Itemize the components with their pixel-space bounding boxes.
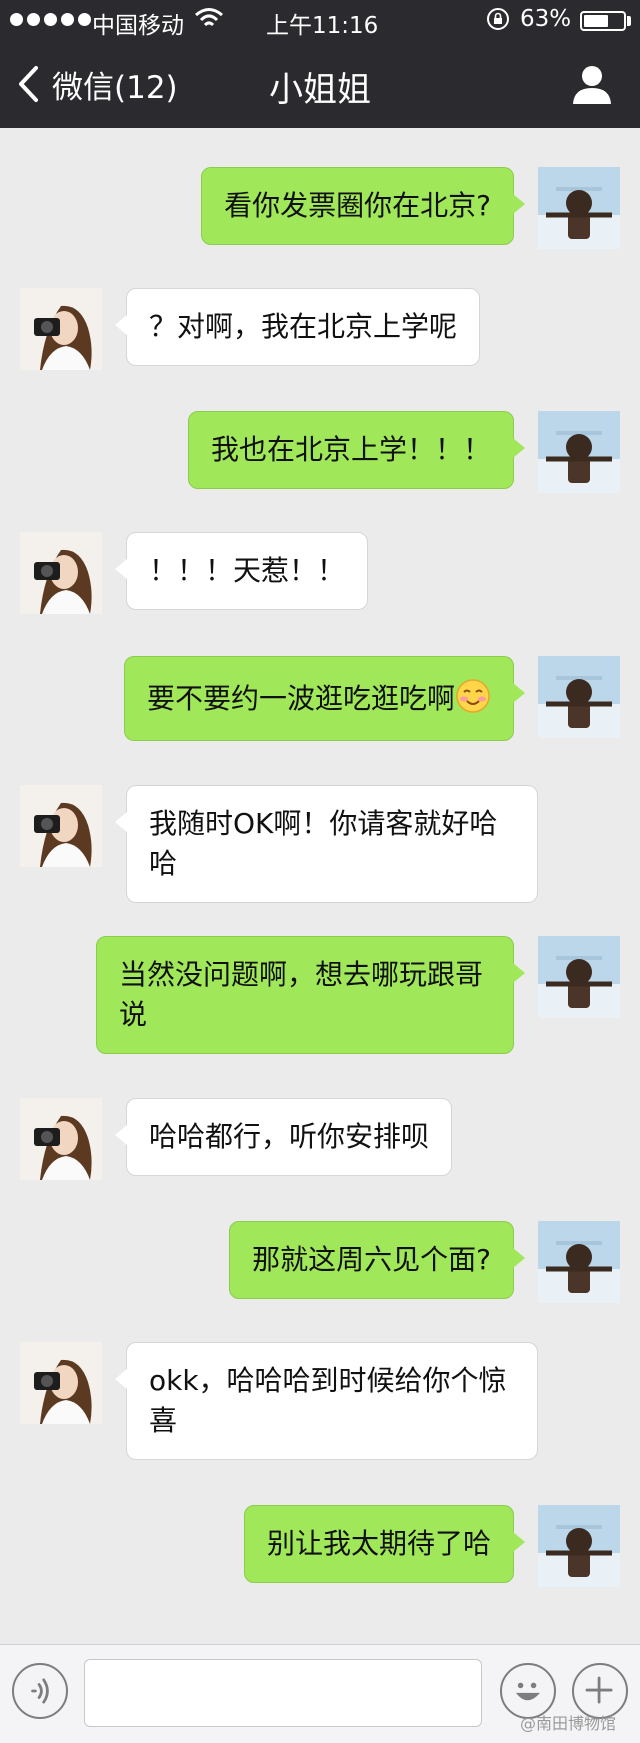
my-avatar[interactable] <box>538 1505 620 1587</box>
battery-level <box>584 15 608 27</box>
top-header: 中国移动 上午11:16 63% 微信(12) 小姐姐 <box>0 0 640 128</box>
message-text-line: 哈 <box>149 847 178 880</box>
received-message-bubble[interactable]: 我随时OK啊！你请客就好哈哈 <box>115 785 538 903</box>
sent-message-bubble[interactable]: 我也在北京上学！！！ <box>187 411 526 489</box>
message-text: 要不要约一波逛吃逛吃啊 <box>146 682 455 715</box>
carrier-label: 中国移动 <box>92 13 184 39</box>
nav-bar: 微信(12) 小姐姐 <box>0 40 640 128</box>
sent-message-bubble[interactable]: 当然没问题啊，想去哪玩跟哥说 <box>96 936 525 1054</box>
status-bar: 中国移动 上午11:16 63% <box>0 0 640 40</box>
received-message-bubble[interactable]: ！！！天惹！！ <box>114 532 369 610</box>
contact-avatar[interactable] <box>20 785 102 867</box>
battery-percent: 63% <box>520 6 572 32</box>
sent-message-bubble[interactable]: 看你发票圈你在北京? <box>201 167 525 245</box>
received-message-bubble[interactable]: ？对啊，我在北京上学呢 <box>114 288 481 366</box>
received-message-bubble[interactable]: okk，哈哈哈到时候给你个惊喜 <box>115 1342 538 1460</box>
wifi-icon <box>195 8 223 27</box>
status-time: 上午11:16 <box>266 13 379 39</box>
message-text-line: 当然没问题啊，想去哪玩跟哥 <box>119 958 484 991</box>
my-avatar[interactable] <box>538 936 620 1018</box>
message-text: 我也在北京上学！！！ <box>210 433 491 466</box>
message-input[interactable] <box>84 1659 482 1727</box>
back-button[interactable]: 微信(12) <box>16 62 178 106</box>
message-text: 看你发票圈你在北京? <box>224 189 491 222</box>
message-text: 别让我太期待了哈 <box>266 1527 491 1560</box>
contact-avatar[interactable] <box>20 1342 102 1424</box>
battery-nub <box>627 16 631 26</box>
my-avatar[interactable] <box>538 1221 620 1303</box>
signal-dots-icon <box>10 13 91 26</box>
contact-profile-icon[interactable] <box>570 62 614 106</box>
rotation-lock-icon <box>487 8 509 30</box>
message-text-line: 说 <box>119 998 148 1031</box>
my-avatar[interactable] <box>538 167 620 249</box>
sent-message-bubble[interactable]: 要不要约一波逛吃逛吃啊 <box>123 656 526 741</box>
message-text: ！！！天惹！！ <box>149 554 346 587</box>
blushing-smile-emoji-icon <box>456 679 490 713</box>
message-text-line: okk，哈哈哈到时候给你个惊 <box>149 1364 507 1397</box>
sent-message-bubble[interactable]: 那就这周六见个面? <box>229 1221 525 1299</box>
message-text-line: 我随时OK啊！你请客就好哈 <box>149 807 498 840</box>
contact-avatar[interactable] <box>20 1098 102 1180</box>
voice-icon[interactable] <box>12 1663 68 1719</box>
battery-icon <box>580 11 626 31</box>
contact-avatar[interactable] <box>20 532 102 614</box>
received-message-bubble[interactable]: 哈哈都行，听你安排呗 <box>114 1098 453 1176</box>
contact-avatar[interactable] <box>20 288 102 370</box>
sent-message-bubble[interactable]: 别让我太期待了哈 <box>243 1505 526 1583</box>
message-text: 那就这周六见个面? <box>252 1243 491 1276</box>
watermark: @南田博物馆 <box>520 1714 617 1733</box>
message-text: 哈哈都行，听你安排呗 <box>149 1120 430 1153</box>
back-chevron-icon <box>19 66 38 102</box>
back-label: 微信(12) <box>52 69 178 106</box>
my-avatar[interactable] <box>538 411 620 493</box>
chat-area[interactable]: 看你发票圈你在北京? ？对啊，我在北京上学呢 我也在北京上学！！！ ！！！天惹！… <box>0 128 640 1644</box>
message-text: ？对啊，我在北京上学呢 <box>149 310 458 343</box>
message-text-line: 喜 <box>149 1404 178 1437</box>
my-avatar[interactable] <box>538 656 620 738</box>
